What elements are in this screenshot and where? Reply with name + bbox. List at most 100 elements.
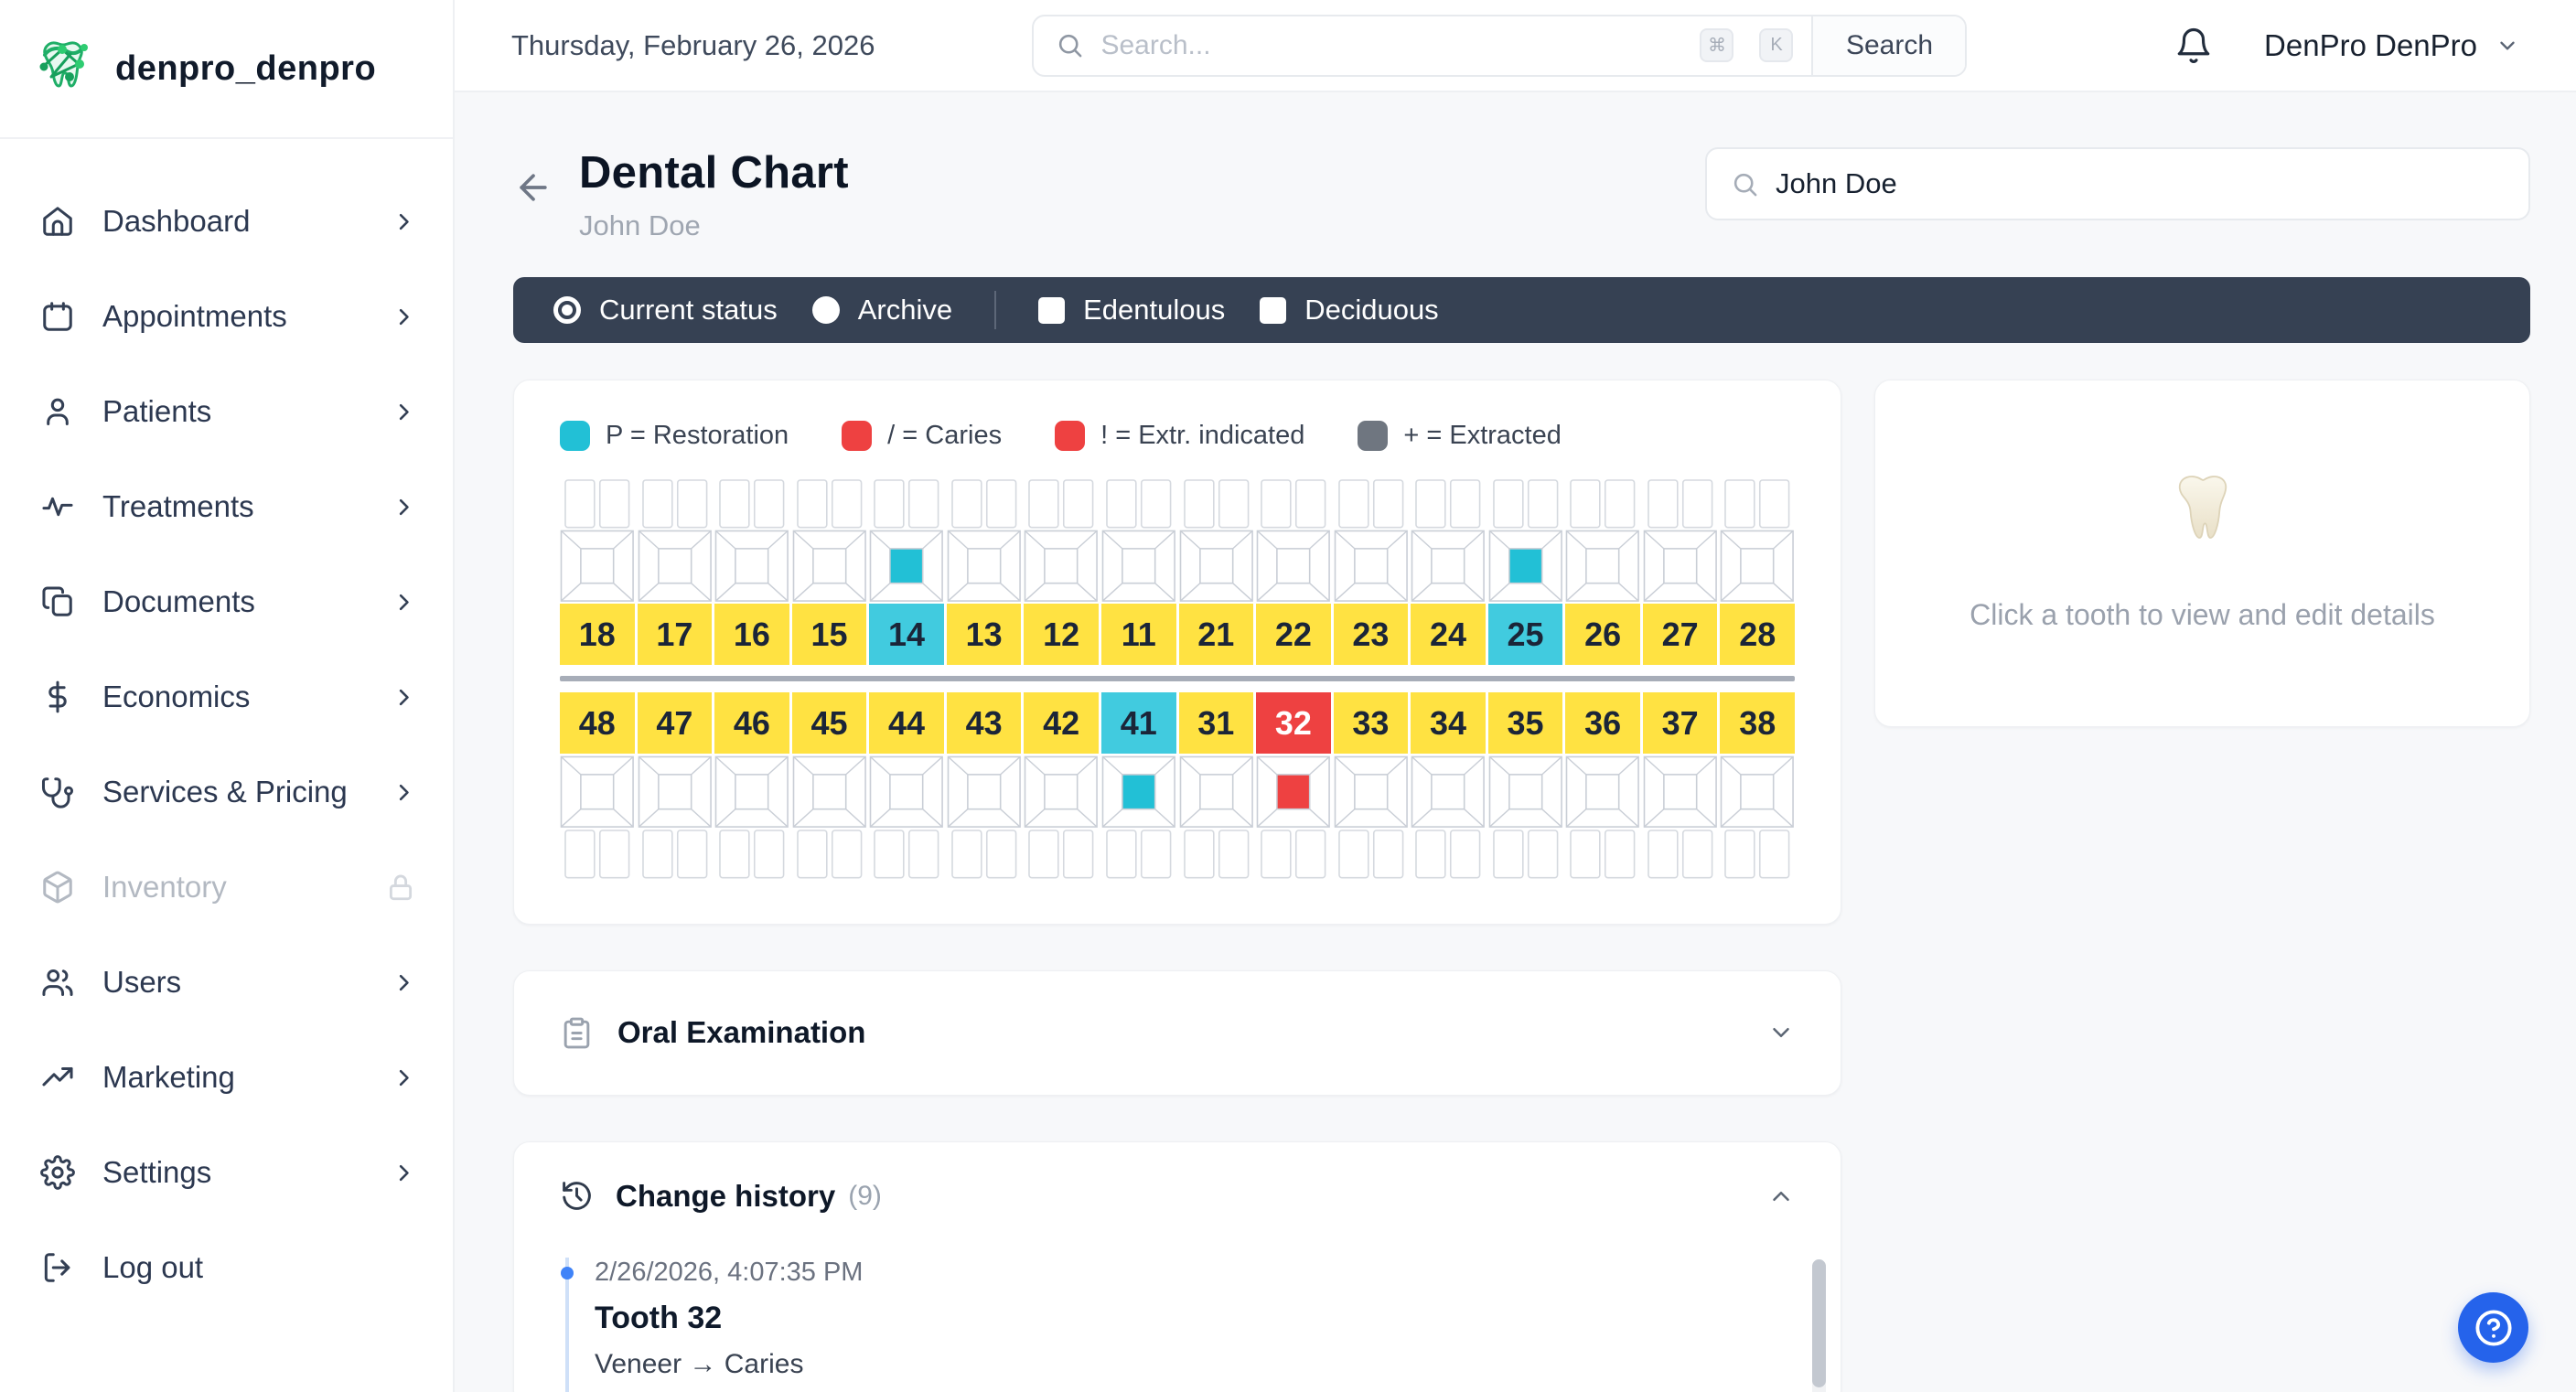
tooth-41[interactable]: 41 (1101, 692, 1176, 879)
tooth-crown[interactable] (792, 755, 867, 829)
tooth-46[interactable]: 46 (714, 692, 789, 879)
sidebar-item-economics[interactable]: Economics (40, 649, 416, 744)
tooth-crown[interactable] (1024, 755, 1099, 829)
tooth-crown[interactable] (1411, 755, 1486, 829)
tooth-37[interactable]: 37 (1643, 692, 1718, 879)
tooth-crown[interactable] (1488, 530, 1563, 603)
tooth-number[interactable]: 14 (869, 604, 944, 665)
tooth-number[interactable]: 42 (1024, 692, 1099, 754)
tooth-number[interactable]: 23 (1334, 604, 1409, 665)
tooth-crown[interactable] (1411, 530, 1486, 603)
tooth-crown[interactable] (1101, 755, 1176, 829)
sidebar-item-patients[interactable]: Patients (40, 364, 416, 459)
tooth-24[interactable]: 24 (1411, 478, 1486, 665)
tooth-14[interactable]: 14 (869, 478, 944, 665)
tooth-28[interactable]: 28 (1720, 478, 1795, 665)
tooth-crown[interactable] (947, 530, 1022, 603)
tooth-crown[interactable] (638, 755, 713, 829)
tooth-crown[interactable] (1179, 755, 1254, 829)
tooth-crown[interactable] (1565, 530, 1640, 603)
tooth-crown[interactable] (638, 530, 713, 603)
tooth-22[interactable]: 22 (1256, 478, 1331, 665)
tooth-number[interactable]: 16 (714, 604, 789, 665)
tooth-crown[interactable] (1256, 530, 1331, 603)
radio-icon[interactable] (553, 296, 581, 324)
tooth-36[interactable]: 36 (1565, 692, 1640, 879)
tooth-11[interactable]: 11 (1101, 478, 1176, 665)
tooth-number[interactable]: 48 (560, 692, 635, 754)
patient-search-input[interactable] (1776, 167, 2505, 200)
change-history-header[interactable]: Change history (9) (560, 1179, 1795, 1214)
tooth-crown[interactable] (1488, 755, 1563, 829)
tooth-number[interactable]: 26 (1565, 604, 1640, 665)
tooth-number[interactable]: 12 (1024, 604, 1099, 665)
chevron-down-icon[interactable] (1767, 1019, 1795, 1046)
sidebar-item-documents[interactable]: Documents (40, 554, 416, 649)
history-scrollbar[interactable] (1812, 1259, 1826, 1392)
tooth-27[interactable]: 27 (1643, 478, 1718, 665)
tooth-crown[interactable] (947, 755, 1022, 829)
checkbox-icon[interactable] (1260, 297, 1286, 324)
tooth-18[interactable]: 18 (560, 478, 635, 665)
brand[interactable]: denpro_denpro (0, 0, 453, 139)
radio-archive[interactable]: Archive (812, 294, 952, 327)
sidebar-item-dashboard[interactable]: Dashboard (40, 174, 416, 269)
tooth-crown[interactable] (869, 755, 944, 829)
global-search-input[interactable] (1100, 30, 1683, 61)
tooth-crown[interactable] (1565, 755, 1640, 829)
tooth-44[interactable]: 44 (869, 692, 944, 879)
tooth-crown[interactable] (1024, 530, 1099, 603)
global-search-field[interactable]: ⌘ K (1034, 28, 1811, 62)
history-entry[interactable]: 2/26/2026, 4:07:35 PMTooth 32Veneer → Ca… (565, 1258, 1795, 1392)
sidebar-item-services-pricing[interactable]: Services & Pricing (40, 744, 416, 840)
history-scrollbar-thumb[interactable] (1812, 1259, 1826, 1388)
tooth-number[interactable]: 38 (1720, 692, 1795, 754)
tooth-number[interactable]: 31 (1179, 692, 1254, 754)
tooth-26[interactable]: 26 (1565, 478, 1640, 665)
radio-icon[interactable] (812, 296, 840, 324)
tooth-number[interactable]: 21 (1179, 604, 1254, 665)
tooth-42[interactable]: 42 (1024, 692, 1099, 879)
tooth-number[interactable]: 11 (1101, 604, 1176, 665)
sidebar-item-inventory[interactable]: Inventory (40, 840, 416, 935)
tooth-number[interactable]: 46 (714, 692, 789, 754)
radio-current-status[interactable]: Current status (553, 294, 778, 327)
tooth-crown[interactable] (1179, 530, 1254, 603)
tooth-number[interactable]: 25 (1488, 604, 1563, 665)
tooth-number[interactable]: 24 (1411, 604, 1486, 665)
tooth-number[interactable]: 43 (947, 692, 1022, 754)
tooth-number[interactable]: 47 (638, 692, 713, 754)
tooth-crown[interactable] (1334, 755, 1409, 829)
user-menu[interactable]: DenPro DenPro (2264, 28, 2519, 63)
tooth-16[interactable]: 16 (714, 478, 789, 665)
tooth-38[interactable]: 38 (1720, 692, 1795, 879)
tooth-crown[interactable] (1334, 530, 1409, 603)
chevron-up-icon[interactable] (1767, 1183, 1795, 1210)
tooth-crown[interactable] (714, 530, 789, 603)
tooth-43[interactable]: 43 (947, 692, 1022, 879)
tooth-number[interactable]: 35 (1488, 692, 1563, 754)
sidebar-item-settings[interactable]: Settings (40, 1125, 416, 1220)
sidebar-item-appointments[interactable]: Appointments (40, 269, 416, 364)
tooth-number[interactable]: 34 (1411, 692, 1486, 754)
search-button[interactable]: Search (1811, 16, 1965, 75)
tooth-13[interactable]: 13 (947, 478, 1022, 665)
oral-examination-section[interactable]: Oral Examination (513, 970, 1841, 1096)
tooth-crown[interactable] (1101, 530, 1176, 603)
checkbox-deciduous[interactable]: Deciduous (1260, 294, 1438, 327)
tooth-number[interactable]: 22 (1256, 604, 1331, 665)
tooth-34[interactable]: 34 (1411, 692, 1486, 879)
checkbox-edentulous[interactable]: Edentulous (1038, 294, 1225, 327)
tooth-number[interactable]: 41 (1101, 692, 1176, 754)
tooth-crown[interactable] (792, 530, 867, 603)
tooth-number[interactable]: 28 (1720, 604, 1795, 665)
tooth-23[interactable]: 23 (1334, 478, 1409, 665)
patient-search-field[interactable] (1705, 147, 2530, 220)
sidebar-item-marketing[interactable]: Marketing (40, 1030, 416, 1125)
checkbox-icon[interactable] (1038, 297, 1065, 324)
tooth-crown[interactable] (560, 530, 635, 603)
tooth-number[interactable]: 36 (1565, 692, 1640, 754)
tooth-number[interactable]: 37 (1643, 692, 1718, 754)
tooth-45[interactable]: 45 (792, 692, 867, 879)
tooth-number[interactable]: 44 (869, 692, 944, 754)
